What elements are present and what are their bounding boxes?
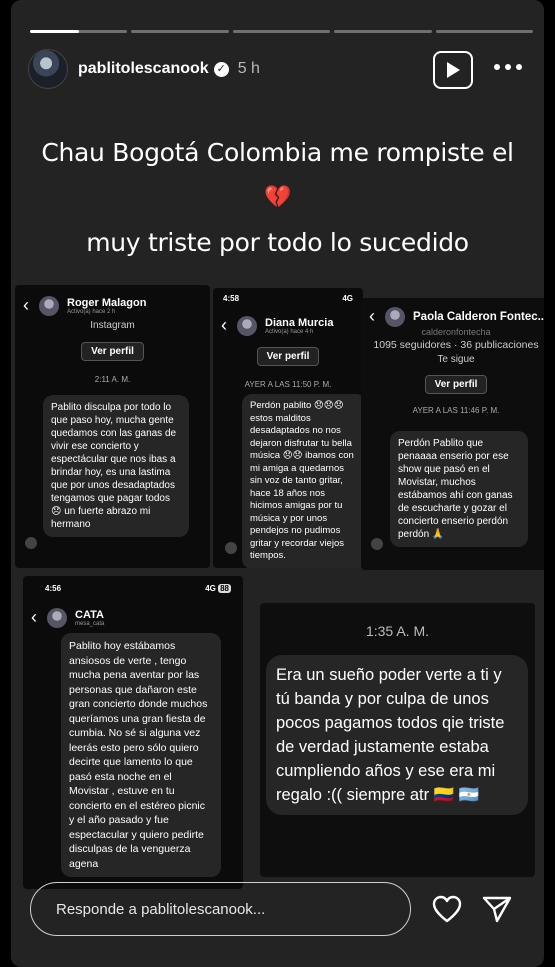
send-icon bbox=[482, 896, 512, 923]
back-icon: ‹ bbox=[221, 315, 227, 335]
contact-status: Activo(a) hace 4 h bbox=[265, 328, 314, 335]
dm-screenshot-4: 4:56 4G 88 ‹ CATA mesa_cata Pablito hoy … bbox=[23, 576, 243, 889]
broken-heart-emoji: 💔 bbox=[263, 185, 292, 210]
contact-name: CATA bbox=[75, 608, 104, 621]
message-time: 1:35 A. M. bbox=[365, 623, 430, 639]
status-time: 4:56 bbox=[45, 584, 62, 593]
heart-icon bbox=[432, 895, 462, 923]
dm-screenshot-3: ‹ Paola Calderon Fontec... calderonfonte… bbox=[361, 298, 544, 570]
story-caption: Chau Bogotá Colombia me rompiste el 💔 mu… bbox=[11, 130, 544, 265]
battery-level: 88 bbox=[218, 584, 231, 593]
contact-name: Paola Calderon Fontec... bbox=[413, 310, 544, 323]
status-signal: 4G bbox=[205, 584, 216, 593]
avatar bbox=[39, 295, 59, 316]
like-button[interactable] bbox=[428, 890, 466, 928]
message-time: AYER A LAS 11:46 P. M. bbox=[412, 406, 500, 415]
view-profile-button: Ver perfil bbox=[81, 342, 144, 361]
message-bubble: Pablito disculpa por todo lo que paso ho… bbox=[43, 395, 189, 537]
message-bubble: Pablito hoy estábamos ansiosos de verte … bbox=[61, 633, 221, 877]
story-header: pablitolescanook ✓ 5 h bbox=[28, 48, 530, 90]
verified-badge-icon: ✓ bbox=[213, 61, 229, 77]
contact-name: Roger Malagon bbox=[67, 296, 147, 309]
sender-avatar bbox=[25, 537, 37, 549]
reply-input[interactable]: Responde a pablitolescanook... bbox=[30, 882, 411, 936]
view-profile-button: Ver perfil bbox=[424, 375, 488, 394]
contact-handle: mesa_cata bbox=[75, 620, 105, 627]
contact-name: Diana Murcia bbox=[265, 316, 334, 329]
sender-avatar bbox=[225, 542, 237, 554]
dm-screenshot-5: 1:35 A. M. Era un sueño poder verte a ti… bbox=[260, 603, 535, 877]
message-time: 2:11 A. M. bbox=[94, 375, 131, 384]
progress-segment bbox=[334, 30, 432, 33]
avatar[interactable] bbox=[28, 49, 68, 89]
message-bubble: Era un sueño poder verte a ti y tú banda… bbox=[266, 655, 528, 815]
contact-stats: 1095 seguidores · 36 publicaciones bbox=[373, 339, 539, 351]
reply-placeholder: Responde a pablitolescanook... bbox=[56, 900, 266, 918]
story-viewer: pablitolescanook ✓ 5 h Chau Bogotá Colom… bbox=[11, 0, 544, 967]
avatar bbox=[47, 607, 67, 628]
dm-screenshot-1: ‹ Roger Malagon Activo(a) hace 2 h Insta… bbox=[15, 285, 210, 568]
back-icon: ‹ bbox=[31, 607, 37, 627]
caption-line: muy triste por todo lo sucedido bbox=[86, 228, 469, 257]
send-button[interactable] bbox=[478, 890, 516, 928]
play-button[interactable] bbox=[433, 51, 473, 89]
avatar bbox=[237, 315, 257, 336]
more-options-button[interactable] bbox=[490, 52, 526, 82]
status-signal: 4G bbox=[342, 294, 353, 303]
play-icon bbox=[447, 62, 460, 78]
message-bubble: Perdón pablito 😞😞😞 estos malditos desada… bbox=[242, 394, 363, 568]
back-icon: ‹ bbox=[369, 306, 375, 326]
view-profile-button: Ver perfil bbox=[256, 347, 320, 366]
message-bubble: Perdón Pablito que penaaaa enserio por e… bbox=[390, 431, 528, 547]
progress-segment bbox=[30, 30, 128, 33]
dm-screenshot-2: 4:58 4G ‹ Diana Murcia Activo(a) hace 4 … bbox=[213, 288, 363, 568]
contact-handle: calderonfontecha bbox=[421, 327, 491, 337]
back-icon: ‹ bbox=[23, 295, 29, 315]
more-dots-icon bbox=[494, 64, 522, 70]
sender-avatar bbox=[371, 538, 383, 550]
username[interactable]: pablitolescanook bbox=[78, 60, 209, 78]
status-time: 4:58 bbox=[223, 294, 240, 303]
caption-line: Chau Bogotá Colombia me rompiste el bbox=[41, 138, 514, 167]
post-time: 5 h bbox=[237, 60, 260, 77]
progress-segment bbox=[232, 30, 331, 33]
progress-segment bbox=[435, 30, 534, 33]
follows-label: Te sigue bbox=[437, 354, 475, 365]
progress-segment bbox=[131, 30, 229, 33]
platform-label: Instagram bbox=[90, 320, 135, 331]
story-progress bbox=[30, 30, 534, 33]
message-time: AYER A LAS 11:50 P. M. bbox=[244, 380, 332, 389]
contact-status: Activo(a) hace 2 h bbox=[67, 308, 116, 315]
avatar bbox=[385, 306, 405, 327]
